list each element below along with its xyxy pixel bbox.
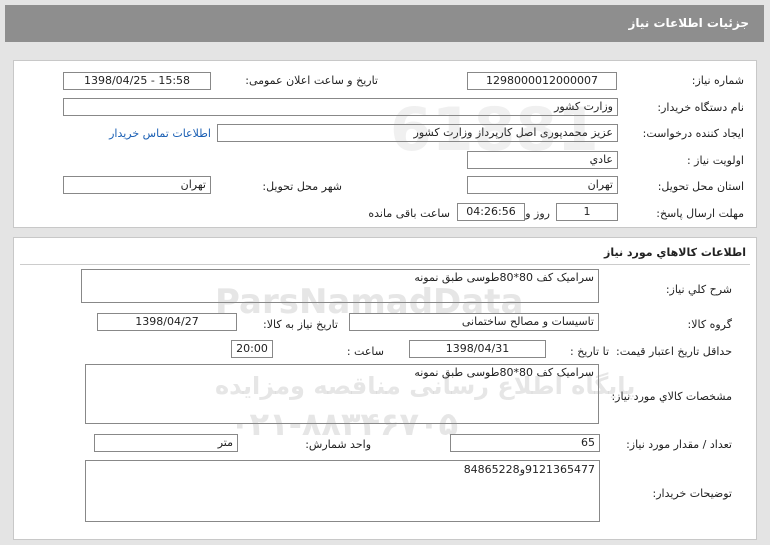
announce-datetime-field: 1398/04/25 - 15:58 [63,72,211,90]
buyer-org-field: وزارت کشور [63,98,618,116]
buyer-notes-label: توضيحات خريدار: [652,487,733,500]
general-desc-field: سرامیک کف 80*80طوسی طبق نمونه [81,269,599,303]
time-suffix: ساعت باقی مانده [368,207,450,220]
goods-specs-field: سرامیک کف 80*80طوسی طبق نمونه [85,364,599,424]
delivery-city-field: تهران [63,176,211,194]
unit-label: واحد شمارش: [305,438,371,451]
priority-field: عادي [467,151,618,169]
quantity-label: تعداد / مقدار مورد نياز: [626,438,732,451]
general-desc-label: شرح کلي نياز: [665,283,732,296]
goods-specs-label: مشخصات کالاي مورد نياز: [611,390,732,403]
page-header: جزئیات اطلاعات نیاز [5,5,764,42]
delivery-province-label: استان محل تحویل: [657,180,744,193]
announce-datetime-label: تاریخ و ساعت اعلان عمومی: [245,74,378,87]
min-price-validity-label: حداقل تاریخ اعتبار قیمت: [616,345,732,358]
goods-group-label: گروه کالا: [687,318,732,331]
until-date-label: تا تاریخ : [570,345,609,358]
priority-label: اولویت نیاز : [686,154,744,167]
delivery-city-label: شهر محل تحویل: [262,180,342,193]
until-date-field: 1398/04/31 [409,340,546,358]
need-info-panel: شماره نیاز: 1298000012000007 تاریخ و ساع… [13,60,757,228]
remaining-days-field: 1 [556,203,618,221]
buyer-contact-link[interactable]: اطلاعات تماس خریدار [109,127,211,140]
need-number-field: 1298000012000007 [467,72,617,90]
buyer-notes-field: 9121365477و84865228 [85,460,600,522]
need-date-field: 1398/04/27 [97,313,237,331]
page-title: جزئیات اطلاعات نیاز [628,16,749,30]
goods-section-title: اطلاعات کالاهاي مورد نياز [604,246,746,259]
goods-group-field: تاسیسات و مصالح ساختمانی [349,313,599,331]
need-date-label: تاریخ نیاز به کالا: [263,318,338,331]
unit-field: متر [94,434,238,452]
goods-info-panel: اطلاعات کالاهاي مورد نياز شرح کلي نياز: … [13,237,757,540]
response-deadline-label: مهلت ارسال پاسخ: [656,207,744,220]
section-divider [20,264,750,265]
delivery-province-field: تهران [467,176,618,194]
days-suffix: روز و [525,207,550,220]
hour-label: ساعت : [346,345,384,358]
request-creator-field: عزیز محمدپوری اصل کارپرداز وزارت کشور [217,124,618,142]
remaining-time-field: 04:26:56 [457,203,525,221]
need-number-label: شماره نیاز: [691,74,744,87]
buyer-org-label: نام دستگاه خریدار: [657,101,744,114]
quantity-field: 65 [450,434,600,452]
request-creator-label: ایجاد کننده درخواست: [642,127,744,140]
hour-field: 20:00 [231,340,273,358]
